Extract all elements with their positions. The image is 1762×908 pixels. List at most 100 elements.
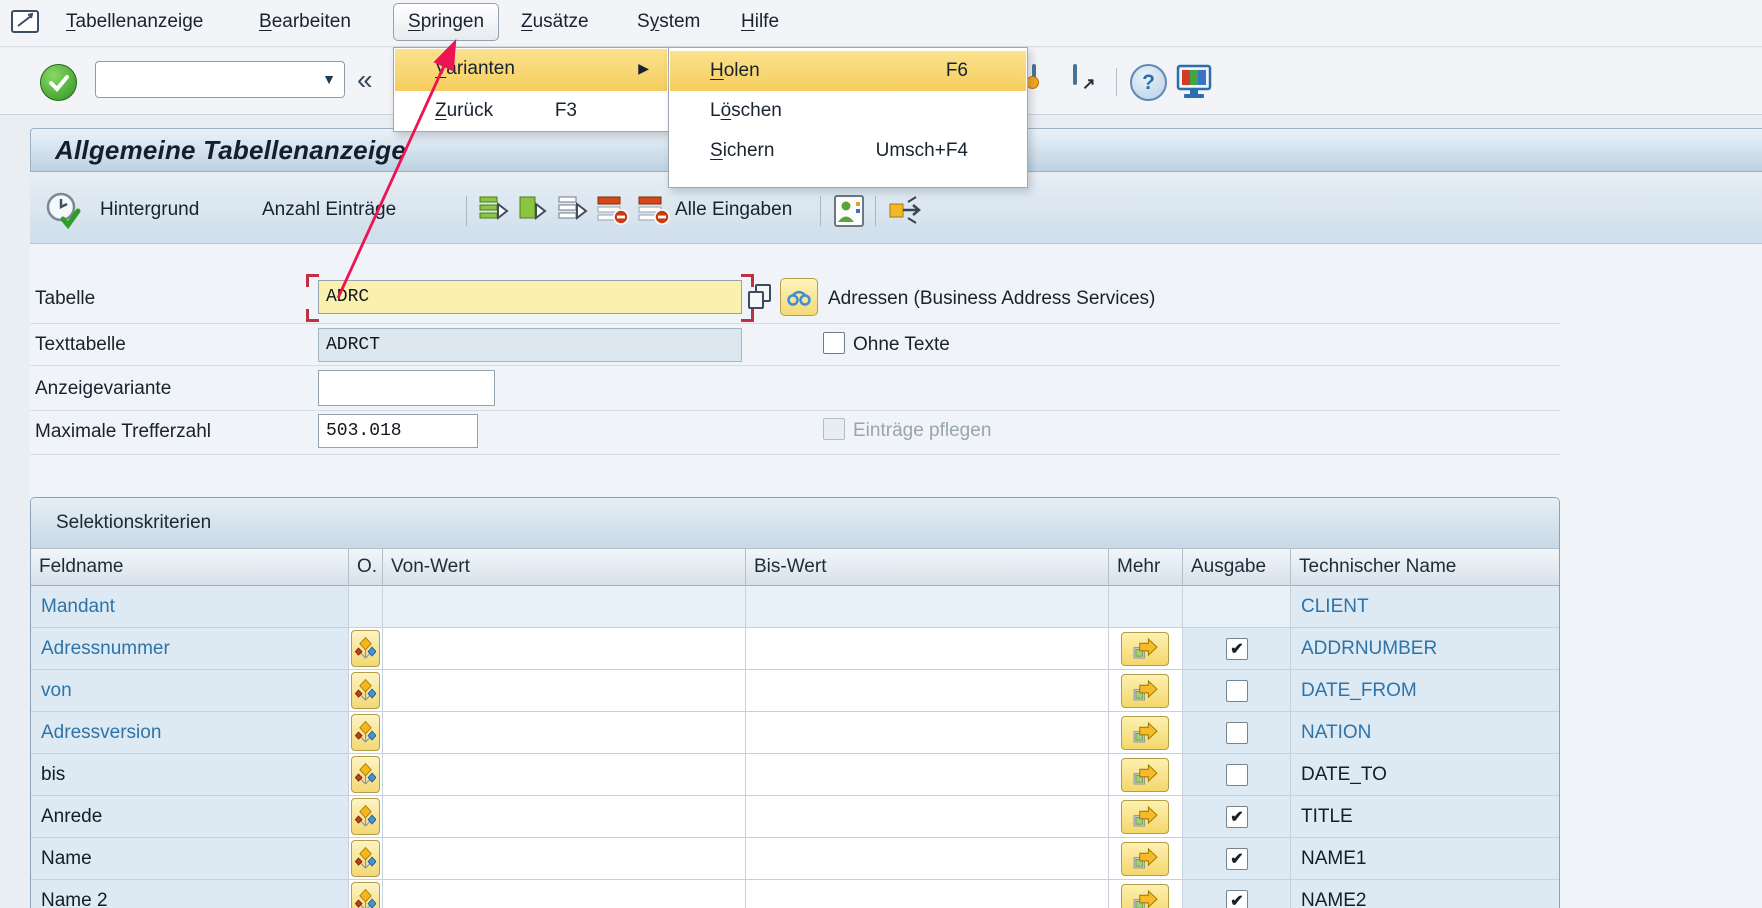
ohne-texte-checkbox[interactable] [823,332,845,354]
selection-options-button[interactable] [351,840,380,877]
annotation-corner [306,274,319,287]
feldname-cell[interactable]: Adressnummer [31,628,349,670]
feldname-cell[interactable]: Mandant [31,586,349,628]
bis-wert-input[interactable] [746,712,1109,754]
selektionskriterien-group: Selektionskriterien Feldname O. Von-Wert… [30,497,1560,908]
texttabelle-input[interactable]: ADRCT [318,328,742,362]
menu-bearbeiten[interactable]: Bearbeiten [259,11,351,33]
copy-icon[interactable] [748,284,774,312]
execute-button[interactable] [44,191,82,236]
feldname-cell[interactable]: Name 2 [31,880,349,908]
selection-options-cell [349,628,383,670]
von-wert-input[interactable] [383,838,746,880]
von-wert-input[interactable] [383,754,746,796]
alle-eingaben-button[interactable]: Alle Eingaben [675,199,792,221]
shortcut-icon: ↗ [1073,64,1077,85]
feldname-cell[interactable]: Anrede [31,796,349,838]
menu-system[interactable]: System [637,11,700,33]
multiple-selection-button[interactable] [1121,800,1169,834]
multiple-selection-button[interactable] [1121,842,1169,876]
technical-name-cell: NAME1 [1291,838,1560,880]
collapse-toolbar-icon[interactable]: « [357,64,373,96]
delete-selection-button[interactable] [596,194,630,231]
select-block-icon [518,194,550,226]
command-field[interactable]: ▼ [95,61,345,98]
von-wert-input[interactable] [383,628,746,670]
bis-wert-input[interactable] [746,754,1109,796]
menu-item-varianten[interactable]: Varianten ▶ [395,49,667,91]
selection-options-button[interactable] [351,630,380,667]
menu-bar: Tabellenanzeige Bearbeiten Springen Zusä… [0,0,1762,47]
deselect-all-button[interactable] [557,194,589,231]
enter-button[interactable] [40,64,77,101]
menu-item-zurueck[interactable]: Zurück F3 [395,91,667,132]
menu-springen[interactable]: Springen [393,3,499,41]
mehr-cell [1109,838,1183,880]
bis-wert-input[interactable] [746,670,1109,712]
multiple-selection-button[interactable] [1121,884,1169,908]
output-checkbox[interactable]: ✔ [1226,806,1248,828]
von-wert-input[interactable] [383,796,746,838]
feldname-cell[interactable]: Adressversion [31,712,349,754]
execute-clock-icon [44,191,82,231]
menu-item-sichern[interactable]: Sichern Umsch+F4 [670,131,1026,171]
user-settings-icon [833,194,865,228]
tabelle-input[interactable]: ADRC [318,280,742,314]
table-description: Adressen (Business Address Services) [828,288,1155,310]
user-settings-button[interactable] [833,194,865,233]
menu-hilfe[interactable]: Hilfe [741,11,779,33]
select-all-button[interactable] [478,194,510,231]
multiple-selection-button[interactable] [1121,632,1169,666]
help-button[interactable]: ? [1130,64,1167,101]
toolbar-separator [466,196,467,226]
multiple-selection-button[interactable] [1121,758,1169,792]
selection-options-button[interactable] [351,714,380,751]
technical-name-cell: TITLE [1291,796,1560,838]
create-shortcut-button[interactable]: ↗ [1073,66,1077,84]
anzahl-eintraege-button[interactable]: Anzahl Einträge [262,199,396,221]
output-checkbox[interactable]: ✔ [1226,638,1248,660]
selection-options-button[interactable] [351,672,380,709]
system-menu-icon[interactable] [10,9,40,41]
output-checkbox[interactable]: ✔ [1226,890,1248,908]
menu-zusaetze[interactable]: Zusätze [521,11,589,33]
output-checkbox[interactable] [1226,764,1248,786]
output-checkbox[interactable] [1226,722,1248,744]
selection-options-button[interactable] [351,798,380,835]
anzeigevariante-input[interactable] [318,370,495,406]
menu-item-holen[interactable]: Holen F6 [670,51,1026,91]
bis-wert-input[interactable] [746,628,1109,670]
new-session-button[interactable] [1032,66,1036,84]
binoculars-button[interactable] [780,278,818,316]
table-row: Adressnummer ✔ ADDRNUMBER [31,628,1560,670]
feldname-cell[interactable]: von [31,670,349,712]
multiple-selection-button[interactable] [1121,674,1169,708]
bis-wert-input[interactable] [746,838,1109,880]
submenu-arrow-icon: ▶ [638,60,649,77]
ausgabe-cell: ✔ [1183,628,1291,670]
von-wert-input[interactable] [383,712,746,754]
selection-options-button[interactable] [351,882,380,908]
select-block-button[interactable] [518,194,550,231]
output-checkbox[interactable]: ✔ [1226,848,1248,870]
feldname-cell[interactable]: Name [31,838,349,880]
von-wert-input[interactable] [383,880,746,908]
feldname-cell[interactable]: bis [31,754,349,796]
menu-tabellenanzeige[interactable]: Tabellenanzeige [66,11,203,33]
von-wert-input[interactable] [383,670,746,712]
technical-name-cell: ADDRNUMBER [1291,628,1560,670]
dropdown-arrow-icon[interactable]: ▼ [322,71,336,87]
menu-item-loeschen[interactable]: Löschen [670,91,1026,131]
bis-wert-input[interactable] [746,796,1109,838]
table-header-row: Feldname O. Von-Wert Bis-Wert Mehr Ausga… [31,549,1559,586]
header-o: O. [349,549,383,586]
hintergrund-button[interactable]: Hintergrund [100,199,199,221]
multiple-selection-button[interactable] [1121,716,1169,750]
exit-button[interactable] [888,194,924,231]
maximale-trefferzahl-input[interactable]: 503.018 [318,414,478,448]
output-checkbox[interactable] [1226,680,1248,702]
delete-all-entries-button[interactable] [637,194,671,231]
layout-button[interactable] [1175,64,1213,105]
selection-options-button[interactable] [351,756,380,793]
bis-wert-input[interactable] [746,880,1109,908]
